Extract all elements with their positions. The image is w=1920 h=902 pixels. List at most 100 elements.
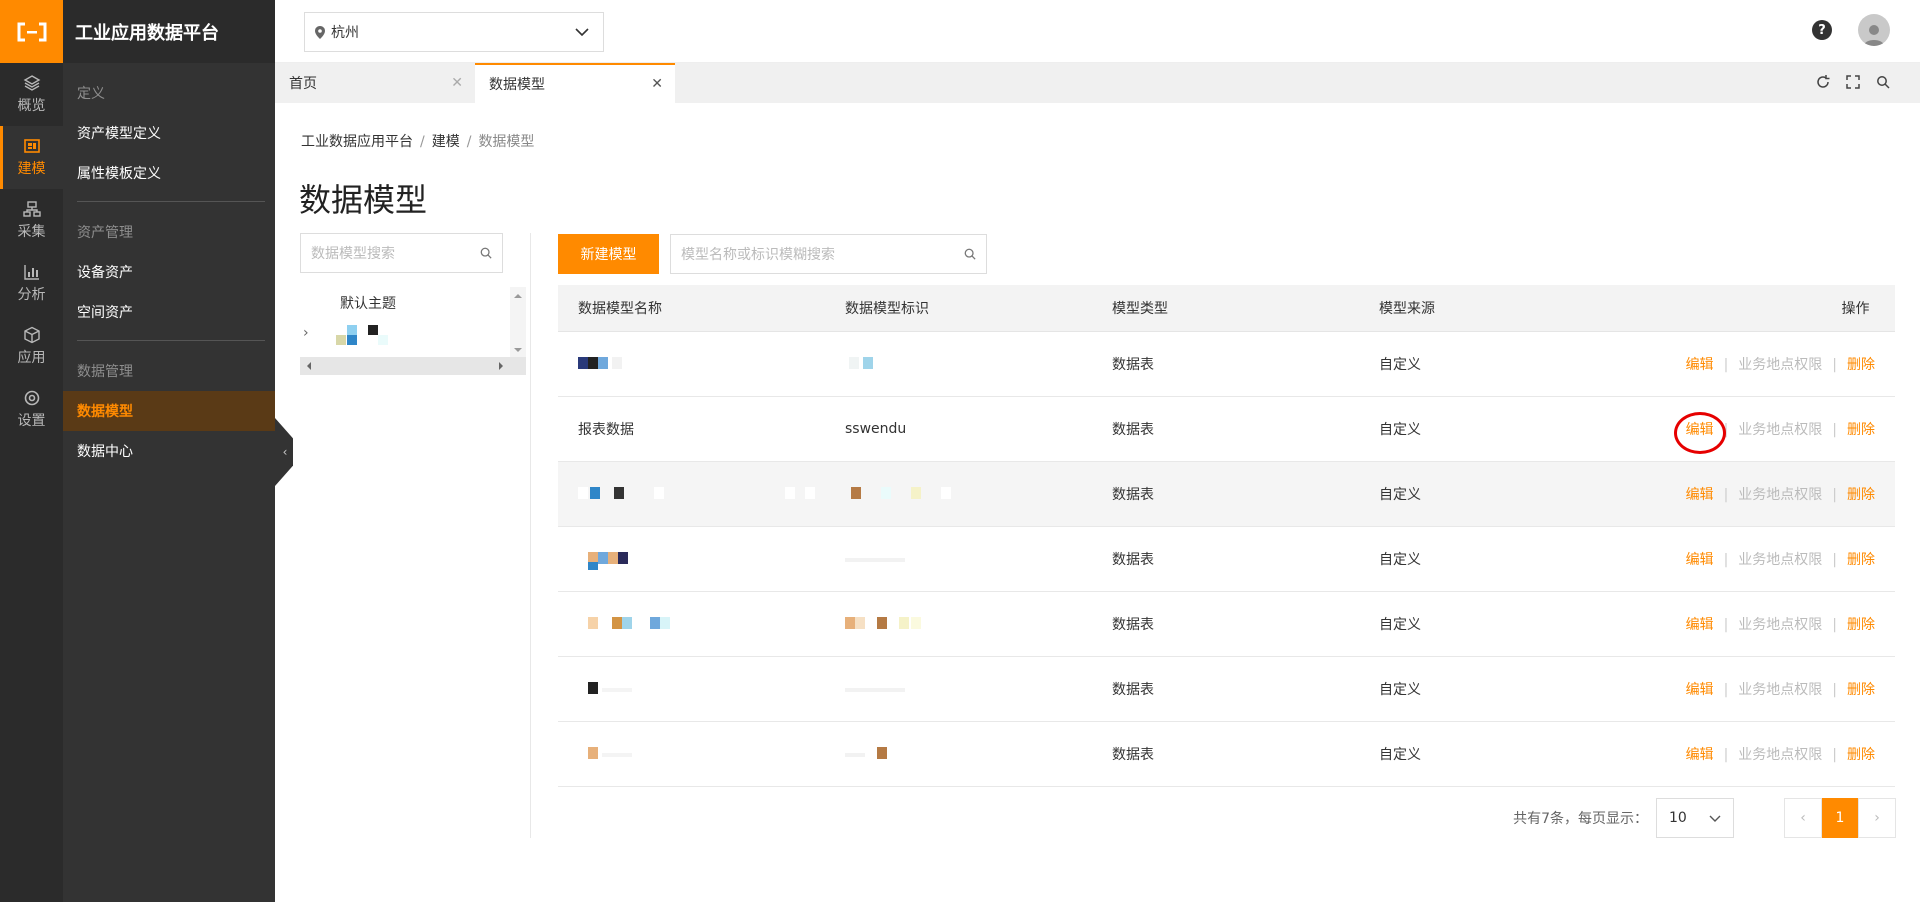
rail-item-overview[interactable]: 概览: [0, 63, 63, 126]
delete-link[interactable]: 删除: [1847, 357, 1875, 373]
delete-link[interactable]: 删除: [1847, 747, 1875, 763]
prev-page-button[interactable]: ‹: [1784, 798, 1822, 838]
model-type: 数据表: [1112, 682, 1154, 698]
nav-item-device-assets[interactable]: 设备资产: [63, 252, 275, 292]
chevron-left-icon: ‹: [1800, 810, 1806, 826]
page-size-select[interactable]: 10: [1656, 798, 1734, 838]
redacted-model-identifier: [785, 487, 1005, 501]
delete-link[interactable]: 删除: [1847, 617, 1875, 633]
table-row: 数据表 自定义 编辑 | 业务地点权限 | 删除: [558, 657, 1895, 722]
close-icon[interactable]: ✕: [451, 75, 463, 91]
redacted-model-identifier: [845, 617, 945, 631]
model-type: 数据表: [1112, 552, 1154, 568]
rail-label: 采集: [17, 224, 46, 240]
page-number-current[interactable]: 1: [1822, 798, 1858, 838]
redacted-model-name: [578, 682, 638, 696]
breadcrumb-item[interactable]: 工业数据应用平台: [301, 134, 413, 150]
model-type: 数据表: [1112, 617, 1154, 633]
edit-link-highlighted[interactable]: 编辑: [1686, 422, 1714, 438]
top-bar: 杭州 ?: [275, 0, 1920, 63]
chevron-right-icon[interactable]: ›: [303, 325, 309, 341]
location-permission-link[interactable]: 业务地点权限: [1738, 357, 1822, 373]
data-model-table: 数据模型名称 数据模型标识 模型类型 模型来源 操作 数据表 自定义 编辑 | 业务…: [558, 285, 1895, 787]
rail-item-settings[interactable]: 设置: [0, 378, 63, 441]
scroll-left-icon[interactable]: [302, 357, 316, 375]
scroll-right-icon[interactable]: [494, 357, 508, 375]
rail-label: 分析: [17, 287, 46, 303]
model-search-input[interactable]: 模型名称或标识模糊搜索: [670, 234, 987, 274]
model-source: 自定义: [1379, 552, 1421, 568]
tree-vertical-scrollbar[interactable]: [510, 287, 526, 357]
location-permission-link[interactable]: 业务地点权限: [1738, 422, 1822, 438]
icon-rail: 概览 建模 采集 分析 应用 设置: [0, 0, 63, 902]
redacted-model-name: [578, 487, 698, 501]
sub-navigation: 工业应用数据平台 定义 资产模型定义 属性模板定义 资产管理 设备资产 空间资产…: [63, 0, 275, 902]
redacted-model-identifier: [845, 682, 905, 696]
search-icon[interactable]: [964, 248, 976, 260]
avatar[interactable]: [1858, 14, 1890, 46]
tree-node-default-theme[interactable]: 默认主题: [340, 293, 396, 313]
model-source: 自定义: [1379, 617, 1421, 633]
nav-group-label: 定义: [77, 86, 105, 102]
new-model-button[interactable]: 新建模型: [558, 234, 659, 274]
search-icon[interactable]: [1876, 75, 1890, 89]
delete-link[interactable]: 删除: [1847, 552, 1875, 568]
model-name: 报表数据: [578, 422, 634, 438]
app-logo[interactable]: [0, 0, 63, 63]
network-icon: [22, 201, 41, 217]
model-type: 数据表: [1112, 487, 1154, 503]
help-icon[interactable]: ?: [1812, 20, 1832, 40]
next-page-button[interactable]: ›: [1858, 798, 1896, 838]
location-permission-link[interactable]: 业务地点权限: [1738, 747, 1822, 763]
location-permission-link[interactable]: 业务地点权限: [1738, 552, 1822, 568]
location-permission-link[interactable]: 业务地点权限: [1738, 487, 1822, 503]
table-row: 数据表 自定义 编辑 | 业务地点权限 | 删除: [558, 592, 1895, 657]
location-permission-link[interactable]: 业务地点权限: [1738, 617, 1822, 633]
delete-link[interactable]: 删除: [1847, 487, 1875, 503]
rail-label: 设置: [17, 413, 46, 429]
tree-body: 默认主题 ›: [300, 287, 526, 377]
edit-link[interactable]: 编辑: [1686, 357, 1714, 373]
edit-link[interactable]: 编辑: [1686, 552, 1714, 568]
model-source: 自定义: [1379, 747, 1421, 763]
location-permission-link[interactable]: 业务地点权限: [1738, 682, 1822, 698]
gear-icon: [24, 390, 39, 406]
edit-link[interactable]: 编辑: [1686, 617, 1714, 633]
tab-home[interactable]: 首页 ✕: [275, 63, 475, 103]
nav-divider: [77, 201, 265, 202]
close-icon[interactable]: ✕: [651, 76, 663, 92]
rail-item-apps[interactable]: 应用: [0, 315, 63, 378]
nav-item-asset-model-definition[interactable]: 资产模型定义: [63, 113, 275, 153]
edit-link[interactable]: 编辑: [1686, 682, 1714, 698]
pagination: 共有7条，每页显示： 10 ‹ 1 ›: [1513, 798, 1896, 838]
column-header-type: 模型类型: [1112, 301, 1168, 317]
breadcrumb-item[interactable]: 建模: [432, 134, 460, 150]
refresh-icon[interactable]: [1816, 75, 1830, 89]
tab-data-model[interactable]: 数据模型 ✕: [475, 63, 675, 103]
tab-label: 首页: [289, 76, 317, 92]
scroll-down-icon[interactable]: [510, 343, 526, 357]
edit-link[interactable]: 编辑: [1686, 747, 1714, 763]
table-row: 报表数据 sswendu 数据表 自定义 编辑 | 业务地点权限 | 删除: [558, 397, 1895, 462]
search-icon[interactable]: [480, 247, 492, 259]
delete-link[interactable]: 删除: [1847, 422, 1875, 438]
rail-item-collect[interactable]: 采集: [0, 189, 63, 252]
fullscreen-icon[interactable]: [1846, 75, 1860, 89]
delete-link[interactable]: 删除: [1847, 682, 1875, 698]
edit-link[interactable]: 编辑: [1686, 487, 1714, 503]
nav-item-space-assets[interactable]: 空间资产: [63, 292, 275, 332]
rail-item-analysis[interactable]: 分析: [0, 252, 63, 315]
breadcrumb-current: 数据模型: [478, 134, 535, 150]
rail-item-modeling[interactable]: 建模: [0, 126, 63, 189]
tree-search-input[interactable]: 数据模型搜索: [300, 233, 503, 273]
nav-item-attribute-template-definition[interactable]: 属性模板定义: [63, 153, 275, 193]
redacted-model-name: [578, 747, 638, 761]
tree-horizontal-scrollbar[interactable]: [300, 357, 526, 375]
nav-item-data-center[interactable]: 数据中心: [63, 431, 275, 471]
city-select[interactable]: 杭州: [304, 12, 604, 52]
chart-icon: [23, 265, 39, 280]
nav-item-data-model[interactable]: 数据模型: [63, 391, 275, 431]
nav-group-label: 数据管理: [77, 364, 133, 380]
redacted-model-name: [578, 357, 638, 371]
scroll-up-icon[interactable]: [510, 289, 526, 303]
